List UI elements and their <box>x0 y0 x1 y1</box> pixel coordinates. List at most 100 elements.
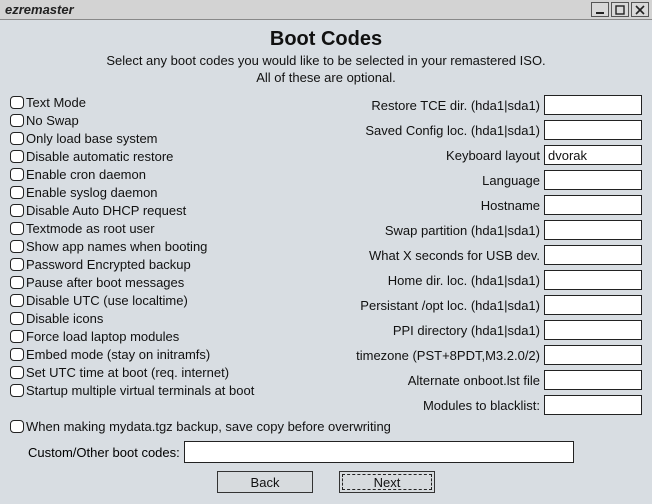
checkbox-icon[interactable] <box>10 114 24 127</box>
field-row: Saved Config loc. (hda1|sda1) <box>365 120 642 140</box>
timezone-input[interactable] <box>544 345 642 365</box>
checkbox-icon[interactable] <box>10 312 24 325</box>
field-row: Alternate onboot.lst file <box>408 370 642 390</box>
checkbox-label: No Swap <box>26 113 79 128</box>
checkbox-icon[interactable] <box>10 168 24 181</box>
persistant-opt-input[interactable] <box>544 295 642 315</box>
checkbox-icon[interactable] <box>10 186 24 199</box>
custom-label: Custom/Other boot codes: <box>28 445 180 460</box>
checkbox-icon[interactable] <box>10 150 24 163</box>
maximize-button[interactable] <box>611 2 629 17</box>
window-body: Boot Codes Select any boot codes you wou… <box>0 20 652 504</box>
next-button[interactable]: Next <box>339 471 435 493</box>
saved-config-input[interactable] <box>544 120 642 140</box>
close-button[interactable] <box>631 2 649 17</box>
checkbox-icon[interactable] <box>10 384 24 397</box>
button-row: Back Next <box>10 471 642 493</box>
field-row: PPI directory (hda1|sda1) <box>393 320 642 340</box>
checkbox-label: Startup multiple virtual terminals at bo… <box>26 383 254 398</box>
checkbox-row[interactable]: Only load base system <box>10 129 254 147</box>
checkbox-icon[interactable] <box>10 240 24 253</box>
blacklist-input[interactable] <box>544 395 642 415</box>
language-input[interactable] <box>544 170 642 190</box>
field-row: Modules to blacklist: <box>423 395 642 415</box>
content-area: Text Mode No Swap Only load base system … <box>10 93 642 415</box>
checkbox-label: Text Mode <box>26 95 86 110</box>
checkbox-icon[interactable] <box>10 204 24 217</box>
checkbox-row[interactable]: Password Encrypted backup <box>10 255 254 273</box>
checkbox-label: Disable automatic restore <box>26 149 173 164</box>
keyboard-layout-input[interactable] <box>544 145 642 165</box>
checkbox-row[interactable]: Enable syslog daemon <box>10 183 254 201</box>
field-row: Language <box>482 170 642 190</box>
checkbox-row[interactable]: Set UTC time at boot (req. internet) <box>10 363 254 381</box>
checkbox-icon[interactable] <box>10 294 24 307</box>
checkbox-icon[interactable] <box>10 96 24 109</box>
checkbox-label: Embed mode (stay on initramfs) <box>26 347 210 362</box>
checkbox-label: Force load laptop modules <box>26 329 179 344</box>
checkbox-icon[interactable] <box>10 276 24 289</box>
checkbox-row[interactable]: Textmode as root user <box>10 219 254 237</box>
checkbox-label: Disable icons <box>26 311 103 326</box>
field-label: Swap partition (hda1|sda1) <box>385 223 540 238</box>
fields-column: Restore TCE dir. (hda1|sda1) Saved Confi… <box>254 93 642 415</box>
custom-boot-codes-row: Custom/Other boot codes: <box>10 441 642 463</box>
checkbox-row[interactable]: Show app names when booting <box>10 237 254 255</box>
field-row: Restore TCE dir. (hda1|sda1) <box>371 95 642 115</box>
checkbox-row[interactable]: When making mydata.tgz backup, save copy… <box>10 417 642 435</box>
checkbox-icon[interactable] <box>10 222 24 235</box>
checkbox-row[interactable]: Startup multiple virtual terminals at bo… <box>10 381 254 399</box>
usb-wait-input[interactable] <box>544 245 642 265</box>
checkbox-row[interactable]: Disable icons <box>10 309 254 327</box>
field-label: Restore TCE dir. (hda1|sda1) <box>371 98 540 113</box>
minimize-button[interactable] <box>591 2 609 17</box>
field-label: Language <box>482 173 540 188</box>
window-title: ezremaster <box>3 2 589 17</box>
checkbox-label: Only load base system <box>26 131 158 146</box>
checkbox-row[interactable]: Embed mode (stay on initramfs) <box>10 345 254 363</box>
hostname-input[interactable] <box>544 195 642 215</box>
field-label: Keyboard layout <box>446 148 540 163</box>
checkbox-icon[interactable] <box>10 330 24 343</box>
alternate-onboot-input[interactable] <box>544 370 642 390</box>
field-label: Modules to blacklist: <box>423 398 540 413</box>
checkbox-row[interactable]: Enable cron daemon <box>10 165 254 183</box>
field-label: Persistant /opt loc. (hda1|sda1) <box>360 298 540 313</box>
checkbox-row[interactable]: Text Mode <box>10 93 254 111</box>
checkbox-row[interactable]: Disable UTC (use localtime) <box>10 291 254 309</box>
ppi-directory-input[interactable] <box>544 320 642 340</box>
checkbox-row[interactable]: Force load laptop modules <box>10 327 254 345</box>
checkbox-row[interactable]: Pause after boot messages <box>10 273 254 291</box>
swap-partition-input[interactable] <box>544 220 642 240</box>
field-row: What X seconds for USB dev. <box>369 245 642 265</box>
checkbox-label: Enable cron daemon <box>26 167 146 182</box>
field-row: Keyboard layout <box>446 145 642 165</box>
checkbox-label: Show app names when booting <box>26 239 207 254</box>
checkbox-row[interactable]: No Swap <box>10 111 254 129</box>
checkbox-icon[interactable] <box>10 420 24 433</box>
field-label: Alternate onboot.lst file <box>408 373 540 388</box>
checkbox-icon[interactable] <box>10 348 24 361</box>
checkbox-label: Pause after boot messages <box>26 275 184 290</box>
field-label: Home dir. loc. (hda1|sda1) <box>388 273 540 288</box>
checkbox-icon[interactable] <box>10 366 24 379</box>
page-subtitle-1: Select any boot codes you would like to … <box>10 53 642 68</box>
field-row: timezone (PST+8PDT,M3.2.0/2) <box>356 345 642 365</box>
field-row: Home dir. loc. (hda1|sda1) <box>388 270 642 290</box>
checkbox-row[interactable]: Disable automatic restore <box>10 147 254 165</box>
field-label: timezone (PST+8PDT,M3.2.0/2) <box>356 348 540 363</box>
back-button[interactable]: Back <box>217 471 313 493</box>
custom-boot-codes-input[interactable] <box>184 441 574 463</box>
titlebar: ezremaster <box>0 0 652 20</box>
field-label: Hostname <box>481 198 540 213</box>
field-row: Swap partition (hda1|sda1) <box>385 220 642 240</box>
checkbox-label: Disable Auto DHCP request <box>26 203 186 218</box>
checkbox-icon[interactable] <box>10 258 24 271</box>
field-row: Hostname <box>481 195 642 215</box>
field-label: What X seconds for USB dev. <box>369 248 540 263</box>
checkbox-icon[interactable] <box>10 132 24 145</box>
checkbox-row[interactable]: Disable Auto DHCP request <box>10 201 254 219</box>
home-dir-input[interactable] <box>544 270 642 290</box>
field-label: PPI directory (hda1|sda1) <box>393 323 540 338</box>
restore-tce-input[interactable] <box>544 95 642 115</box>
